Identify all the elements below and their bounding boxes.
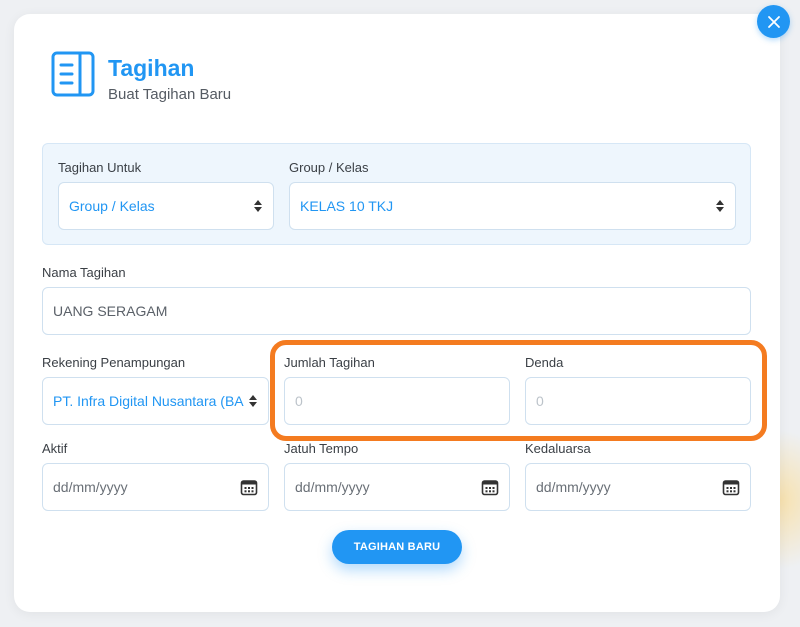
rekening-value: PT. Infra Digital Nusantara (BA [53, 393, 244, 409]
rekening-select[interactable]: PT. Infra Digital Nusantara (BA [42, 377, 269, 425]
jatuh-tempo-label: Jatuh Tempo [284, 441, 359, 456]
denda-input[interactable]: 0 [525, 377, 751, 425]
jumlah-tagihan-input[interactable]: 0 [284, 377, 510, 425]
close-icon [767, 15, 780, 28]
sort-arrows-icon [249, 395, 257, 407]
calendar-icon[interactable] [481, 478, 499, 496]
kedaluarsa-label: Kedaluarsa [525, 441, 591, 456]
page-title: Tagihan [108, 55, 195, 81]
jatuh-tempo-date-input[interactable]: dd/mm/yyyy [284, 463, 510, 511]
tagihan-untuk-label: Tagihan Untuk [58, 160, 142, 175]
page-subtitle: Buat Tagihan Baru [108, 86, 232, 103]
group-kelas-value: KELAS 10 TKJ [300, 198, 394, 214]
nama-tagihan-input[interactable]: UANG SERAGAM [42, 287, 751, 335]
group-kelas-select[interactable]: KELAS 10 TKJ [289, 182, 736, 230]
rekening-label: Rekening Penampungan [42, 355, 186, 370]
tagihan-untuk-select[interactable]: Group / Kelas [58, 182, 274, 230]
tagihan-untuk-value: Group / Kelas [69, 198, 155, 214]
group-kelas-label: Group / Kelas [289, 160, 369, 175]
denda-placeholder: 0 [536, 393, 544, 409]
nama-tagihan-value: UANG SERAGAM [53, 303, 168, 319]
sort-arrows-icon [716, 200, 724, 212]
calendar-icon[interactable] [722, 478, 740, 496]
close-button[interactable] [757, 5, 790, 38]
jatuh-tempo-placeholder: dd/mm/yyyy [295, 479, 370, 495]
calendar-icon[interactable] [240, 478, 258, 496]
kedaluarsa-date-input[interactable]: dd/mm/yyyy [525, 463, 751, 511]
kedaluarsa-placeholder: dd/mm/yyyy [536, 479, 611, 495]
aktif-label: Aktif [42, 441, 68, 456]
aktif-placeholder: dd/mm/yyyy [53, 479, 128, 495]
jumlah-tagihan-placeholder: 0 [295, 393, 303, 409]
tagihan-baru-button[interactable]: TAGIHAN BARU [332, 530, 462, 564]
sort-arrows-icon [254, 200, 262, 212]
document-icon [51, 51, 95, 97]
denda-label: Denda [525, 355, 564, 370]
jumlah-tagihan-label: Jumlah Tagihan [284, 355, 375, 370]
aktif-date-input[interactable]: dd/mm/yyyy [42, 463, 269, 511]
nama-tagihan-label: Nama Tagihan [42, 265, 126, 280]
